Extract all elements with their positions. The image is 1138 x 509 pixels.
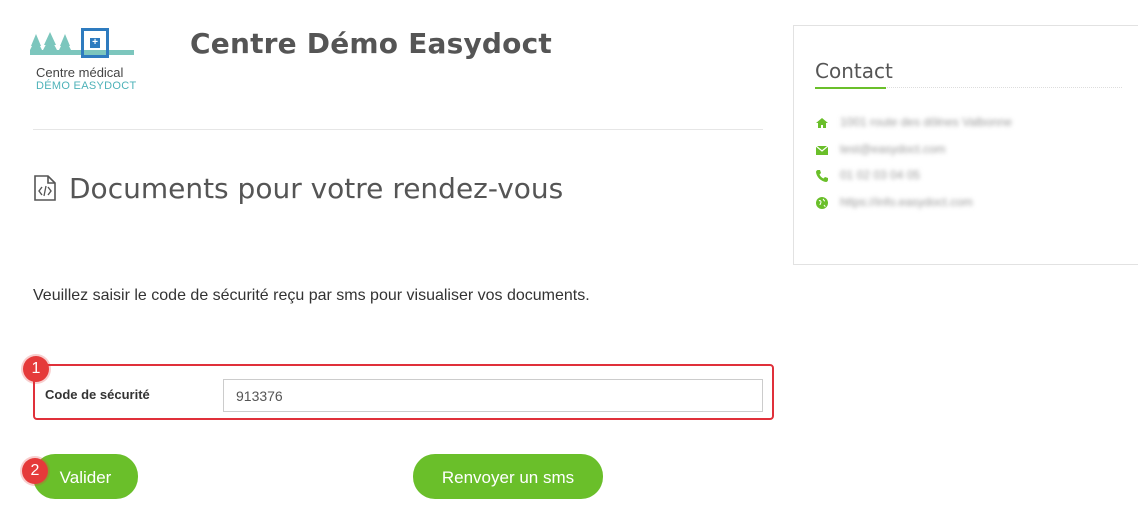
contact-address: 1001 route des dôlnes Valbonne <box>840 115 1012 129</box>
logo-line1: Centre médical <box>36 65 124 80</box>
divider <box>33 129 763 130</box>
contact-email: test@easydoct.com <box>840 142 946 156</box>
annotation-badge-1: 1 <box>23 356 49 382</box>
medical-cross-icon: + <box>81 28 109 58</box>
logo-line2: DÉMO EASYDOCT <box>36 80 137 92</box>
site-title: Centre Démo Easydoct <box>190 27 552 60</box>
envelope-icon <box>815 145 829 155</box>
contact-title-underline <box>815 87 886 89</box>
contact-title: Contact <box>815 59 893 83</box>
contact-title-divider <box>887 87 1122 88</box>
page-title: Documents pour votre rendez-vous <box>69 172 564 205</box>
security-code-input[interactable] <box>223 379 763 412</box>
resend-sms-button[interactable]: Renvoyer un sms <box>413 454 603 499</box>
contact-website: https://info.easydoct.com <box>840 195 973 209</box>
document-code-icon <box>34 175 56 201</box>
instruction-text: Veuillez saisir le code de sécurité reçu… <box>33 287 590 304</box>
annotation-badge-2: 2 <box>22 458 48 484</box>
contact-phone: 01 02 03 04 05 <box>840 168 921 182</box>
home-icon <box>816 118 828 128</box>
globe-icon <box>816 197 828 209</box>
validate-button[interactable]: Valider <box>33 454 138 499</box>
phone-icon <box>816 170 828 182</box>
clinic-logo: + Centre médical DÉMO EASYDOCT <box>30 28 137 94</box>
security-code-label: Code de sécurité <box>45 387 150 402</box>
